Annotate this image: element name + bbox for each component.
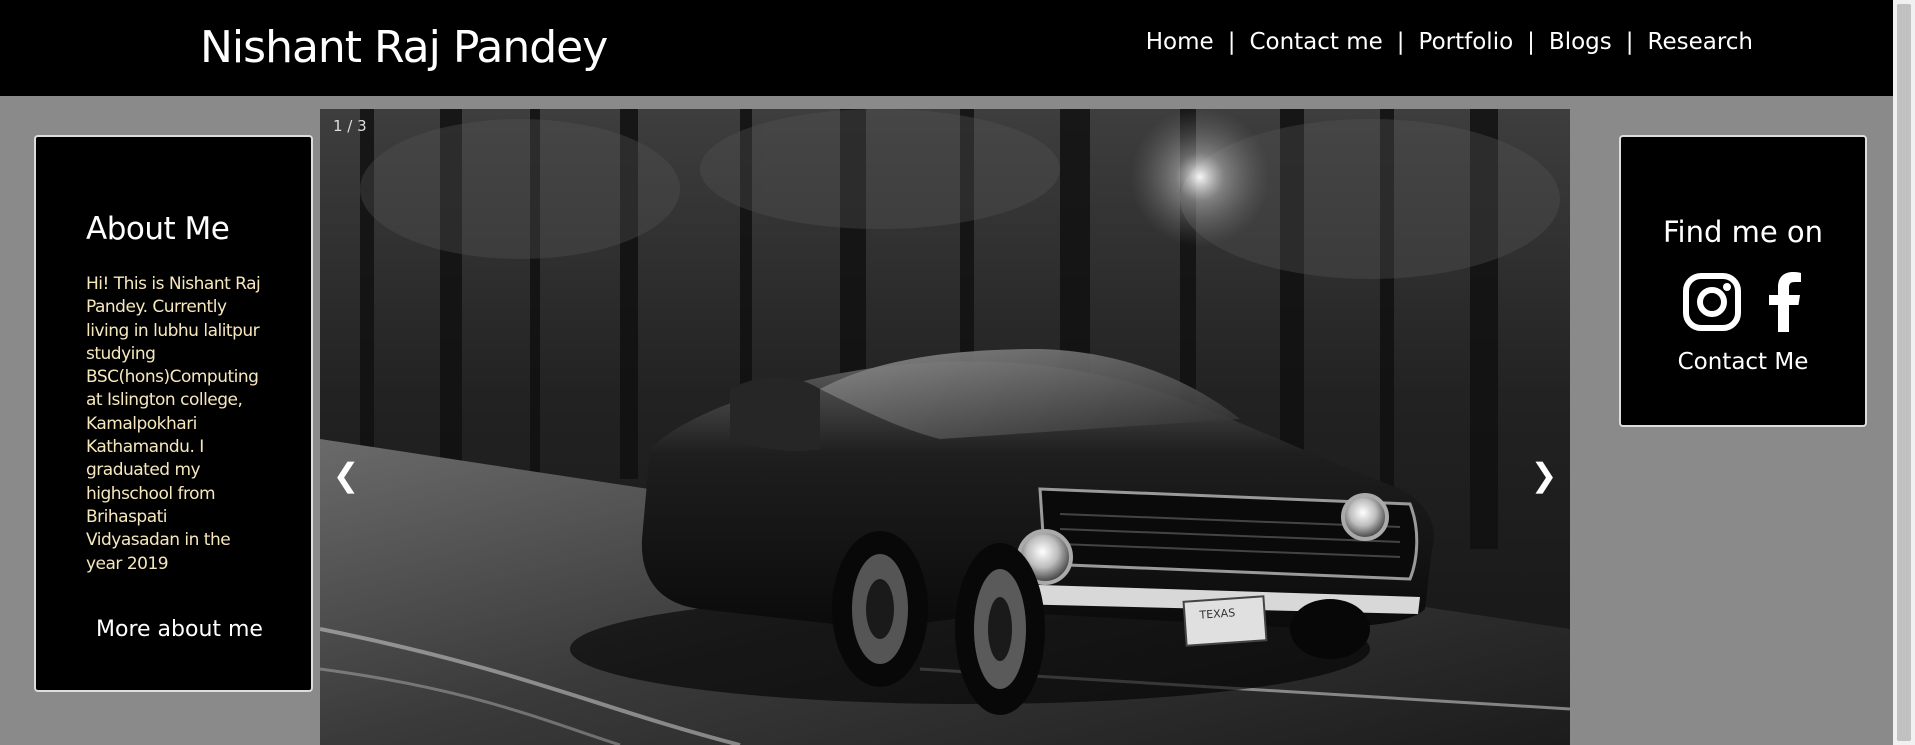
nav-blogs[interactable]: Blogs	[1549, 26, 1612, 58]
find-me-title: Find me on	[1662, 215, 1824, 249]
slide-counter: 1 / 3	[333, 117, 367, 135]
nav-contact[interactable]: Contact me	[1249, 26, 1382, 58]
about-title: About Me	[86, 211, 230, 247]
nav-portfolio[interactable]: Portfolio	[1419, 26, 1514, 58]
license-plate-text: TEXAS	[1198, 606, 1236, 622]
nav-separator: |	[1227, 29, 1236, 55]
nav-separator: |	[1625, 29, 1634, 55]
nav-separator: |	[1396, 29, 1405, 55]
next-slide-button[interactable]: ❯	[1524, 449, 1564, 501]
social-links	[1621, 272, 1865, 336]
prev-slide-button[interactable]: ❮	[326, 449, 366, 501]
find-me-card: Find me on Contact Me	[1619, 135, 1867, 427]
scrollbar-thumb[interactable]	[1897, 4, 1911, 741]
contact-me-link[interactable]: Contact Me	[1621, 347, 1865, 377]
about-card: About Me Hi! This is Nishant Raj Pandey.…	[34, 135, 313, 692]
slide-image: TEXAS	[320, 109, 1570, 745]
site-header: Nishant Raj Pandey Home | Contact me | P…	[0, 0, 1893, 96]
instagram-icon[interactable]	[1682, 272, 1742, 336]
main-nav: Home | Contact me | Portfolio | Blogs | …	[1146, 26, 1753, 58]
nav-research[interactable]: Research	[1648, 26, 1754, 58]
about-text: Hi! This is Nishant Raj Pandey. Currentl…	[86, 274, 261, 574]
vertical-scrollbar[interactable]	[1893, 0, 1915, 745]
slideshow: TEXAS 1 / 3 ❮ ❯	[320, 109, 1570, 745]
nav-home[interactable]: Home	[1146, 26, 1214, 58]
nav-separator: |	[1527, 29, 1535, 55]
facebook-icon[interactable]	[1764, 272, 1804, 336]
site-title: Nishant Raj Pandey	[200, 22, 608, 73]
more-about-me-link[interactable]: More about me	[96, 615, 263, 645]
